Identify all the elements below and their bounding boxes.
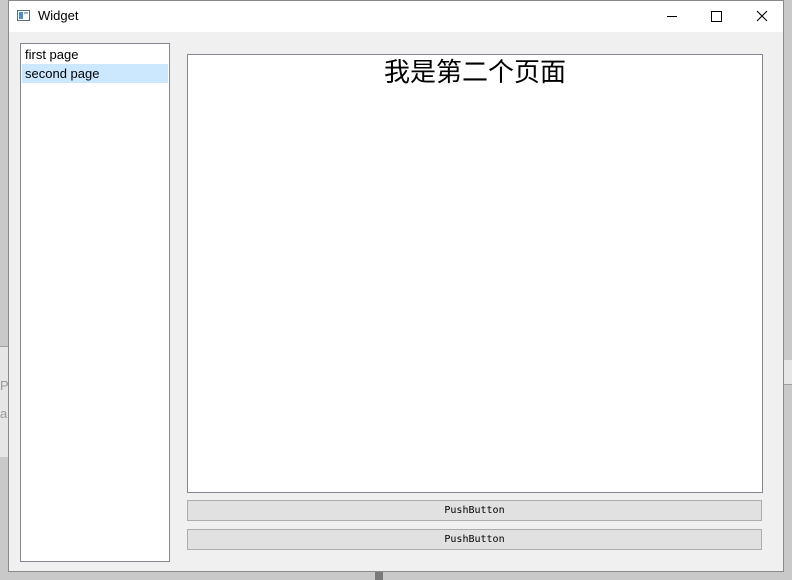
page-heading: 我是第二个页面 xyxy=(383,58,566,88)
window-title: Widget xyxy=(38,8,79,23)
close-button[interactable] xyxy=(739,1,784,32)
minimize-icon xyxy=(667,16,677,17)
main-window: Widget first page second page 我是第二个页面 Pu… xyxy=(8,0,784,572)
stacked-page: 我是第二个页面 xyxy=(187,54,763,493)
page-list[interactable]: first page second page xyxy=(20,43,170,562)
maximize-icon xyxy=(711,11,722,22)
maximize-button[interactable] xyxy=(693,1,738,32)
app-window-icon xyxy=(17,10,30,21)
list-item-second-page[interactable]: second page xyxy=(22,64,168,83)
minimize-button[interactable] xyxy=(649,1,694,32)
background-text-fragment: a xyxy=(0,406,8,421)
title-bar[interactable]: Widget xyxy=(9,1,783,32)
push-button-1[interactable]: PushButton xyxy=(187,500,762,521)
list-item-first-page[interactable]: first page xyxy=(22,45,168,64)
push-button-2[interactable]: PushButton xyxy=(187,529,762,550)
close-icon xyxy=(756,10,768,22)
